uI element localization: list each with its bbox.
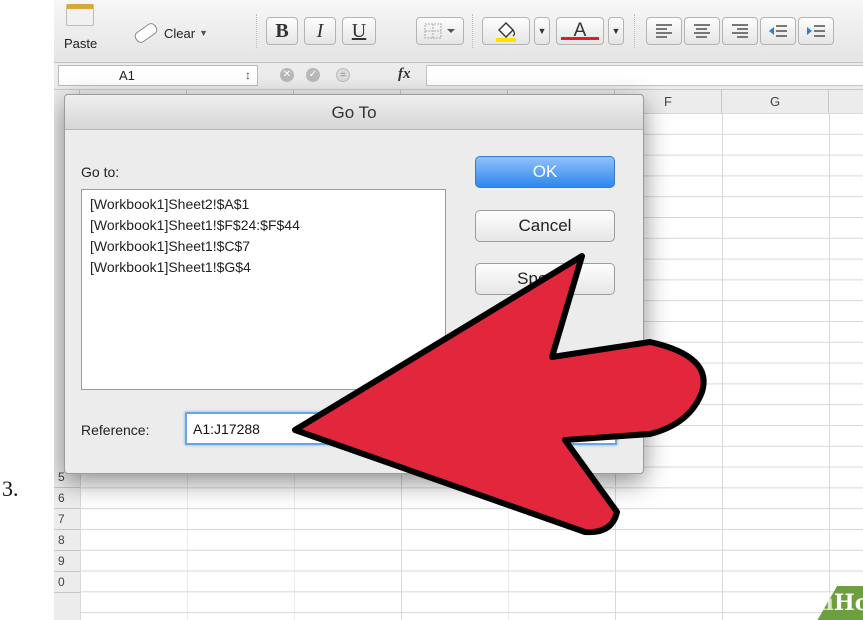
pointer-arrow-overlay (292, 253, 707, 536)
red-arrow-icon (292, 253, 707, 536)
